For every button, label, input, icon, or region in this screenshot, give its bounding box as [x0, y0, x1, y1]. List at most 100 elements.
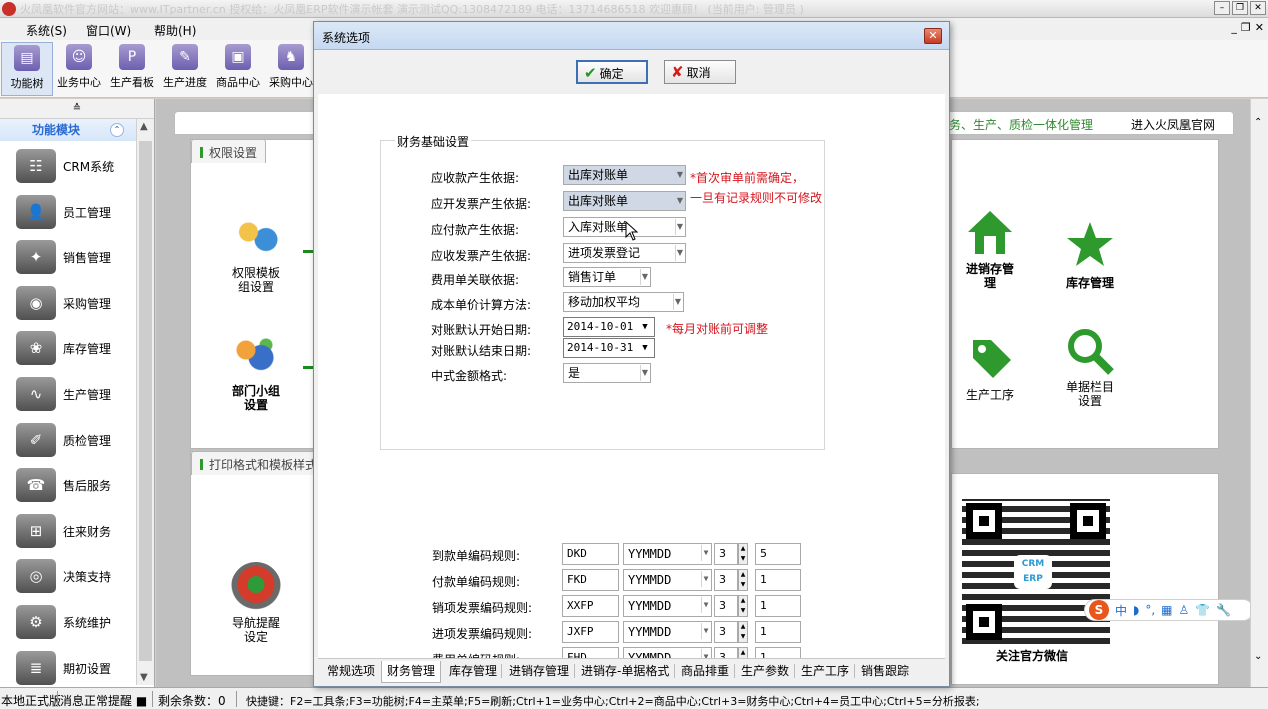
toolbar-function-tree[interactable]: ▤ 功能树: [1, 42, 53, 96]
print-template-panel-tab[interactable]: 打印格式和模板样式: [191, 451, 327, 475]
sidebar-item-label: 系统维护: [63, 615, 112, 630]
ime-user-icon[interactable]: ♙: [1179, 603, 1190, 617]
code-prefix-input[interactable]: XXFP: [562, 595, 619, 617]
code-prefix-input[interactable]: FKD: [562, 569, 619, 591]
scroll-down-icon[interactable]: ▼: [140, 672, 148, 683]
ok-button[interactable]: ✔ 确定: [576, 60, 648, 84]
code-digits-input[interactable]: 3: [714, 595, 738, 617]
sidebar-scroll-thumb[interactable]: [139, 141, 152, 661]
ime-chinese-mode[interactable]: 中: [1115, 602, 1127, 619]
sidebar-item-label: 往来财务: [63, 524, 112, 539]
restore-button[interactable]: ❐: [1232, 1, 1248, 15]
dept-group-item[interactable]: 部门小组 设置: [221, 330, 291, 412]
code-start-input[interactable]: 1: [755, 569, 801, 591]
ime-moon-icon[interactable]: ◗: [1133, 603, 1139, 617]
sidebar-collapse-toggle[interactable]: ≙: [0, 99, 154, 119]
scroll-down-icon[interactable]: ⌄: [1254, 651, 1262, 662]
ime-tools-icon[interactable]: 🔧: [1216, 603, 1231, 617]
tab-psi-doc-format[interactable]: 进销存-单据格式: [576, 661, 674, 683]
tab-production-process[interactable]: 生产工序: [796, 661, 854, 683]
tab-finance[interactable]: 财务管理: [381, 661, 442, 683]
cost-method-select[interactable]: 移动加权平均 ▼: [563, 292, 684, 312]
receivable-basis-select[interactable]: 出库对账单 ▼: [563, 165, 686, 185]
ime-toolbar[interactable]: S 中 ◗ °, ▦ ♙ 👕 🔧: [1084, 599, 1254, 621]
tab-sales-tracking[interactable]: 销售跟踪: [856, 661, 914, 683]
sidebar-item-crm[interactable]: ☷ CRM系统: [0, 143, 136, 189]
code-format-select[interactable]: YYMMDD ▼: [623, 543, 712, 565]
mdi-close-button[interactable]: ✕: [1255, 21, 1264, 34]
scroll-up-icon[interactable]: ▲: [140, 121, 148, 132]
code-digits-input[interactable]: 3: [714, 543, 738, 565]
main-scrollbar[interactable]: ⌃ ⌄: [1250, 99, 1268, 687]
perm-template-item[interactable]: 权限模板 组设置: [221, 212, 291, 294]
minimize-button[interactable]: –: [1214, 1, 1230, 15]
code-digits-input[interactable]: 3: [714, 569, 738, 591]
inventory-module-item[interactable]: 进销存管 理: [954, 208, 1026, 290]
close-button[interactable]: ✕: [1250, 1, 1266, 15]
sidebar-item-initial-setup[interactable]: ≣ 期初设置: [0, 645, 136, 691]
menu-help[interactable]: 帮助(H): [154, 22, 196, 39]
spinner-icon[interactable]: ▲▼: [738, 621, 748, 643]
calendar-dropdown-icon[interactable]: ▼: [637, 340, 653, 356]
toolbar-purchase-center[interactable]: ♞ 采购中心: [265, 42, 317, 96]
process-item[interactable]: 生产工序: [954, 332, 1026, 403]
menu-window[interactable]: 窗口(W): [86, 22, 131, 39]
mdi-minimize-button[interactable]: _: [1231, 21, 1237, 34]
mdi-restore-button[interactable]: ❐: [1241, 21, 1251, 34]
menu-system[interactable]: 系统(S): [26, 22, 67, 39]
spinner-icon[interactable]: ▲▼: [738, 595, 748, 617]
spinner-icon[interactable]: ▲▼: [738, 543, 748, 565]
tab-product-dedupe[interactable]: 商品排重: [676, 661, 734, 683]
sidebar-item-maintenance[interactable]: ⚙ 系统维护: [0, 599, 136, 645]
invoice-receive-basis-select[interactable]: 进项发票登记 ▼: [563, 243, 686, 263]
doc-columns-item[interactable]: 单据栏目 设置: [1050, 326, 1130, 408]
sidebar-collapse-button[interactable]: ⌃: [110, 123, 124, 137]
sidebar-scrollbar[interactable]: ▲ ▼: [136, 119, 154, 685]
recon-end-date-picker[interactable]: 2014-10-31 ▼: [563, 338, 655, 358]
calendar-dropdown-icon[interactable]: ▼: [637, 319, 653, 335]
code-format-select[interactable]: YYMMDD ▼: [623, 569, 712, 591]
ime-keyboard-icon[interactable]: ▦: [1161, 603, 1172, 617]
code-digits-input[interactable]: 3: [714, 621, 738, 643]
sidebar-item-employee[interactable]: 👤 员工管理: [0, 189, 136, 235]
official-site-link[interactable]: 进入火凤凰官网: [1131, 116, 1215, 133]
dialog-close-button[interactable]: ✕: [924, 28, 942, 44]
code-format-select[interactable]: YYMMDD ▼: [623, 595, 712, 617]
chinese-amount-format-select[interactable]: 是 ▼: [563, 363, 651, 383]
tab-general[interactable]: 常规选项: [322, 661, 380, 683]
toolbar-production-progress[interactable]: ✎ 生产进度: [159, 42, 211, 96]
recon-start-date-picker[interactable]: 2014-10-01 ▼: [563, 317, 655, 337]
code-format-select[interactable]: YYMMDD ▼: [623, 621, 712, 643]
tab-production-params[interactable]: 生产参数: [736, 661, 794, 683]
code-start-input[interactable]: 5: [755, 543, 801, 565]
invoice-issue-basis-select[interactable]: 出库对账单 ▼: [563, 191, 686, 211]
sidebar-item-finance[interactable]: ⊞ 往来财务: [0, 508, 136, 554]
ime-punct-icon[interactable]: °,: [1145, 603, 1155, 617]
sidebar-item-decision[interactable]: ◎ 决策支持: [0, 553, 136, 599]
ime-skin-icon[interactable]: 👕: [1195, 603, 1210, 617]
permission-panel-tab[interactable]: 权限设置: [191, 139, 267, 163]
stock-mgmt-item[interactable]: 库存管理: [1050, 220, 1130, 291]
sidebar-item-sales[interactable]: ✦ 销售管理: [0, 234, 136, 280]
toolbar-production-board[interactable]: P 生产看板: [106, 42, 158, 96]
sidebar-item-inventory[interactable]: ❀ 库存管理: [0, 325, 136, 371]
tab-psi[interactable]: 进销存管理: [504, 661, 574, 683]
nav-reminder-item[interactable]: 导航提醒 设定: [221, 562, 291, 644]
code-start-input[interactable]: 1: [755, 595, 801, 617]
cancel-button[interactable]: ✘ 取消: [664, 60, 736, 84]
toolbar-product-center[interactable]: ▣ 商品中心: [212, 42, 264, 96]
spinner-icon[interactable]: ▲▼: [738, 569, 748, 591]
code-start-input[interactable]: 1: [755, 621, 801, 643]
code-prefix-input[interactable]: JXFP: [562, 621, 619, 643]
code-prefix-input[interactable]: DKD: [562, 543, 619, 565]
qr-finder-icon: [1070, 503, 1106, 539]
sidebar-item-production[interactable]: ∿ 生产管理: [0, 371, 136, 417]
scroll-up-icon[interactable]: ⌃: [1254, 117, 1262, 128]
sidebar-item-purchase[interactable]: ◉ 采购管理: [0, 280, 136, 326]
status-message[interactable]: 消息正常提醒 ■: [60, 692, 147, 709]
tab-inventory[interactable]: 库存管理: [444, 661, 502, 683]
sidebar-item-after-sales[interactable]: ☎ 售后服务: [0, 462, 136, 508]
expense-link-basis-select[interactable]: 销售订单 ▼: [563, 267, 651, 287]
toolbar-business-center[interactable]: ☺ 业务中心: [53, 42, 105, 96]
sidebar-item-quality[interactable]: ✐ 质检管理: [0, 417, 136, 463]
